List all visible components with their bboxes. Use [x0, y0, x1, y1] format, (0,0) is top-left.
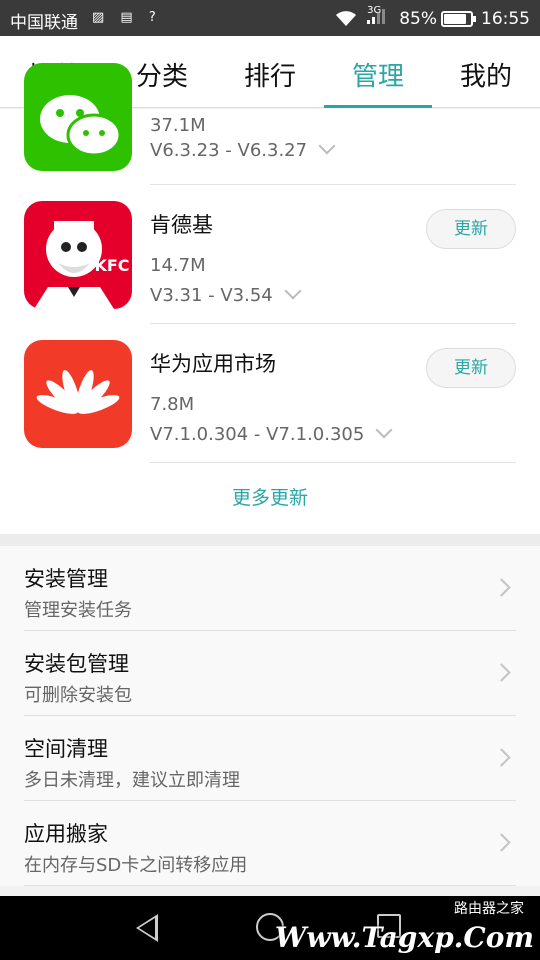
navigation-bar: 路由器之家 Www.Tagxp.Com [0, 896, 540, 960]
svg-text:KFC: KFC [94, 256, 129, 275]
tab-mine[interactable]: 我的 [432, 36, 540, 107]
content: 37.1M V6.3.23 - V6.3.27 KFC 肯德基 14.7M V3… [0, 63, 540, 886]
manage-item-title: 空间清理 [24, 737, 108, 761]
app-size: 37.1M [150, 115, 206, 136]
update-item-kfc[interactable]: KFC 肯德基 14.7M V3.31 - V3.54 更新 [0, 185, 540, 324]
watermark: Www.Tagxp.Com [274, 921, 534, 954]
huawei-icon[interactable] [24, 340, 132, 448]
app-version: V3.31 - V3.54 [150, 282, 302, 306]
manage-item-subtitle: 多日未清理，建议立即清理 [24, 770, 240, 791]
battery-icon [441, 10, 476, 27]
wifi-icon [336, 10, 357, 26]
tab-ranking[interactable]: 排行 [216, 36, 324, 107]
chevron-right-icon [492, 578, 511, 597]
chevron-down-icon[interactable] [375, 421, 393, 439]
clock: 16:55 [481, 8, 530, 29]
manage-list: 安装管理 管理安装任务 安装包管理 可删除安装包 空间清理 多日未清理，建议立即… [0, 546, 540, 886]
manage-item-cleanup[interactable]: 空间清理 多日未清理，建议立即清理 [24, 716, 516, 801]
app-name: 肯德基 [150, 213, 213, 237]
status-bar: 中国联通 ▨ ▤ ? 3G 85% 16:55 [0, 0, 540, 36]
manage-item-subtitle: 在内存与SD卡之间转移应用 [24, 855, 248, 876]
chevron-right-icon [492, 663, 511, 682]
wechat-icon[interactable] [24, 63, 132, 171]
app-name: 华为应用市场 [150, 352, 276, 376]
app-size: 7.8M [150, 394, 195, 415]
battery-percent: 85% [399, 8, 437, 29]
manage-item-subtitle: 可删除安装包 [24, 685, 132, 706]
update-item-info: 肯德基 14.7M V3.31 - V3.54 更新 [150, 185, 516, 324]
kfc-icon[interactable]: KFC [24, 201, 132, 309]
manage-item-move[interactable]: 应用搬家 在内存与SD卡之间转移应用 [24, 801, 516, 886]
network-type: 3G [367, 5, 382, 16]
tab-manage[interactable]: 管理 [324, 36, 432, 108]
back-icon[interactable] [136, 914, 158, 942]
more-updates-link[interactable]: 更多更新 [0, 463, 540, 534]
chevron-right-icon [492, 748, 511, 767]
update-item-huawei[interactable]: 华为应用市场 7.8M V7.1.0.304 - V7.1.0.305 更新 [0, 324, 540, 463]
manage-item-install[interactable]: 安装管理 管理安装任务 [24, 546, 516, 631]
updates-list: 37.1M V6.3.23 - V6.3.27 KFC 肯德基 14.7M V3… [0, 63, 540, 534]
section-divider [0, 534, 540, 546]
update-item-info: 华为应用市场 7.8M V7.1.0.304 - V7.1.0.305 更新 [150, 324, 516, 463]
update-item-info: 37.1M V6.3.23 - V6.3.27 [150, 109, 516, 185]
manage-item-title: 应用搬家 [24, 822, 108, 846]
app-version: V6.3.23 - V6.3.27 [150, 137, 336, 161]
chevron-down-icon[interactable] [318, 137, 336, 155]
chevron-right-icon [492, 833, 511, 852]
manage-item-title: 安装管理 [24, 567, 108, 591]
app-version: V7.1.0.304 - V7.1.0.305 [150, 421, 393, 445]
update-item-wechat[interactable]: 37.1M V6.3.23 - V6.3.27 [0, 63, 540, 185]
notification-icons: ▨ ▤ ? [92, 10, 162, 25]
manage-item-packages[interactable]: 安装包管理 可删除安装包 [24, 631, 516, 716]
update-button[interactable]: 更新 [426, 209, 516, 249]
carrier-label: 中国联通 [10, 13, 78, 33]
update-button[interactable]: 更新 [426, 348, 516, 388]
manage-item-title: 安装包管理 [24, 652, 129, 676]
app-size: 14.7M [150, 255, 206, 276]
manage-item-subtitle: 管理安装任务 [24, 600, 132, 621]
chevron-down-icon[interactable] [284, 282, 302, 300]
watermark-small: 路由器之家 [454, 901, 524, 917]
